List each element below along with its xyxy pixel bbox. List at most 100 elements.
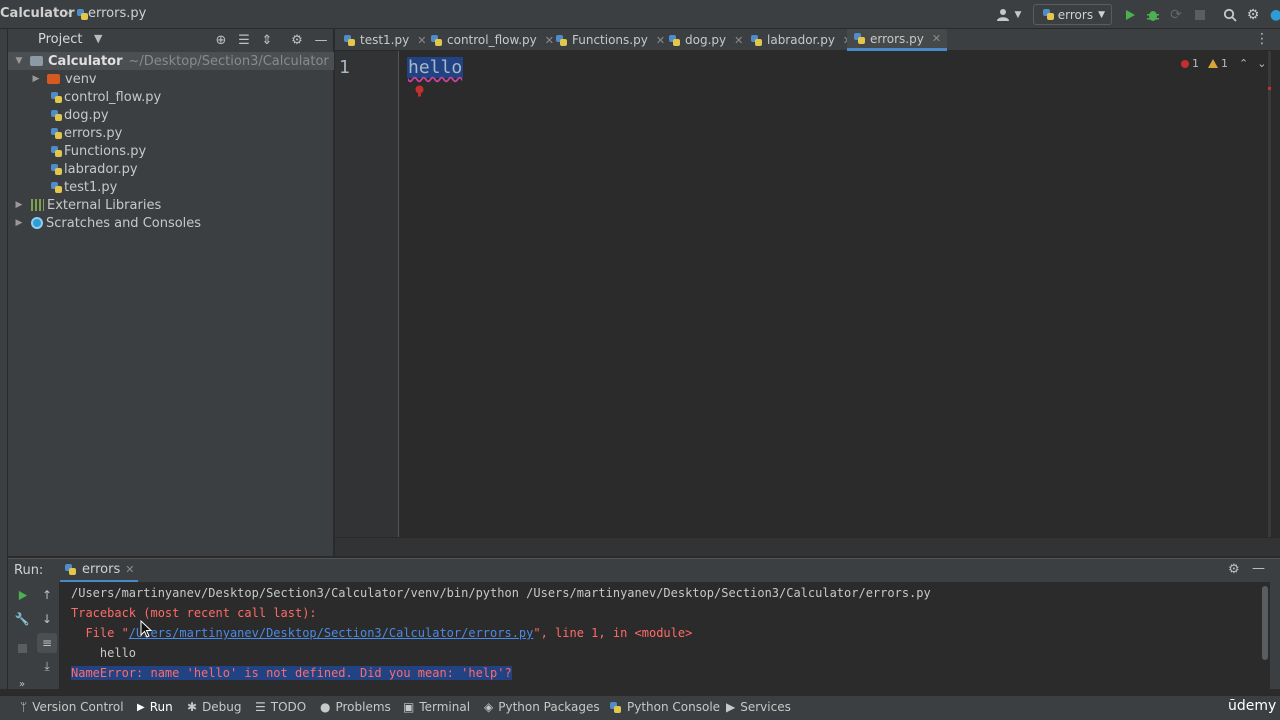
chevron-right-icon[interactable]: ▶: [31, 74, 41, 84]
hide-icon[interactable]: —: [1252, 561, 1265, 576]
python-file-icon: [50, 127, 63, 140]
tab-labrador[interactable]: labrador.py ✕: [750, 29, 852, 51]
mouse-cursor-icon: [140, 620, 152, 638]
run-config-selector[interactable]: errors ▼: [1033, 4, 1112, 25]
editor-breadcrumb-bar: [335, 537, 1280, 556]
close-icon[interactable]: ✕: [545, 34, 554, 47]
locate-icon[interactable]: ⊕: [212, 31, 230, 49]
close-icon[interactable]: ✕: [417, 34, 426, 47]
tool-label: Debug: [202, 700, 242, 714]
tree-item-control-flow[interactable]: control_flow.py: [8, 88, 334, 106]
tree-item-dog[interactable]: dog.py: [8, 106, 334, 124]
tool-label: Problems: [335, 700, 391, 714]
tool-python-console[interactable]: Python Console: [609, 700, 720, 714]
error-stripe-marker[interactable]: [1268, 87, 1271, 90]
list-icon: ☰: [255, 700, 266, 714]
breadcrumb-project[interactable]: Calculator: [0, 6, 75, 21]
project-panel-header: Project ▼ ⊕ ☰ ⇕ ⚙ —: [8, 29, 334, 51]
folder-icon: [30, 56, 43, 66]
more-tabs-icon[interactable]: ⋮: [1255, 31, 1269, 47]
project-panel-title[interactable]: Project: [38, 32, 82, 47]
project-panel: Project ▼ ⊕ ☰ ⇕ ⚙ — ▼ Calculator ~/Deskt…: [8, 29, 334, 556]
hide-icon[interactable]: —: [312, 31, 330, 49]
close-icon[interactable]: ✕: [932, 32, 941, 45]
tab-dog[interactable]: dog.py ✕: [668, 29, 743, 51]
more-icon[interactable]: »: [12, 674, 32, 694]
chevron-down-icon[interactable]: ▼: [14, 56, 24, 66]
tool-label: Terminal: [419, 700, 471, 714]
chevron-down-icon[interactable]: ▼: [1008, 5, 1028, 25]
rerun-button[interactable]: [12, 585, 32, 605]
tool-label: Services: [740, 700, 791, 714]
udemy-watermark: ūdemy: [1228, 698, 1277, 714]
chevron-right-icon[interactable]: ▶: [14, 218, 24, 228]
python-file-icon: [555, 34, 568, 47]
tree-item-venv[interactable]: ▶ venv: [8, 70, 334, 88]
breadcrumb-file[interactable]: errors.py: [88, 6, 146, 21]
tool-services[interactable]: ▶ Services: [726, 700, 791, 714]
tool-terminal[interactable]: ▣ Terminal: [403, 700, 470, 714]
python-file-icon: [76, 8, 89, 21]
run-console[interactable]: /Users/martinyanev/Desktop/Section3/Calc…: [60, 582, 1268, 689]
run-button[interactable]: [1120, 5, 1140, 25]
wrench-icon[interactable]: 🔧: [12, 609, 32, 629]
close-icon[interactable]: ✕: [125, 563, 134, 576]
title-bar: Calculator › errors.py ▼ errors ▼ ⟳ ⚙ ●: [0, 0, 1280, 29]
collapse-all-icon[interactable]: ⇕: [258, 31, 276, 49]
stop-button[interactable]: [1190, 5, 1210, 25]
error-bulb-icon[interactable]: [415, 85, 424, 97]
expand-all-icon[interactable]: ☰: [235, 31, 253, 49]
tree-item-external-libraries[interactable]: ▶ External Libraries: [8, 196, 334, 214]
gear-icon[interactable]: ⚙: [1228, 562, 1240, 577]
tool-label: TODO: [270, 700, 307, 714]
tab-label: Functions.py: [572, 33, 648, 47]
tool-python-packages[interactable]: ◈ Python Packages: [484, 700, 600, 714]
chevron-up-icon[interactable]: ⌃: [1239, 57, 1248, 70]
tree-item-functions[interactable]: Functions.py: [8, 142, 334, 160]
editor-scrollbar-track[interactable]: [1268, 51, 1271, 537]
close-icon[interactable]: ✕: [734, 34, 743, 47]
tab-functions[interactable]: Functions.py ✕: [555, 29, 665, 51]
chevron-right-icon[interactable]: ▶: [14, 200, 24, 210]
tree-item-calculator[interactable]: ▼ Calculator ~/Desktop/Section3/Calculat…: [8, 52, 334, 70]
scroll-to-end-icon[interactable]: ⤓: [37, 656, 57, 676]
chevron-down-icon[interactable]: ▼: [94, 32, 102, 45]
close-icon[interactable]: ✕: [656, 34, 665, 47]
tool-todo[interactable]: ☰ TODO: [255, 700, 306, 714]
tab-control-flow[interactable]: control_flow.py ✕: [430, 29, 554, 51]
tree-item-test1[interactable]: test1.py: [8, 178, 334, 196]
console-scrollbar[interactable]: [1262, 586, 1268, 660]
code-editor[interactable]: 1 hello 1 1 ⌃ ⌄: [335, 51, 1280, 537]
search-icon[interactable]: [1220, 5, 1240, 25]
gear-icon[interactable]: ⚙: [1243, 5, 1263, 25]
tool-run[interactable]: ▶ Run: [137, 700, 173, 714]
tree-item-labrador[interactable]: labrador.py: [8, 160, 334, 178]
tool-problems[interactable]: ● Problems: [320, 700, 391, 714]
arrow-down-icon[interactable]: ↓: [37, 609, 57, 629]
tool-label: Version Control: [32, 700, 124, 714]
inspection-widget[interactable]: 1 1 ⌃ ⌄: [1181, 57, 1266, 70]
soft-wrap-icon[interactable]: ≡: [37, 633, 57, 653]
jetbrains-icon[interactable]: ●: [1266, 5, 1280, 25]
debug-button[interactable]: [1143, 5, 1163, 25]
layers-icon: ◈: [484, 700, 494, 714]
arrow-up-icon[interactable]: ↑: [37, 585, 57, 605]
tab-errors[interactable]: errors.py ✕: [847, 29, 948, 51]
tree-item-errors[interactable]: errors.py: [8, 124, 334, 142]
tree-item-scratches[interactable]: ▶ Scratches and Consoles: [8, 214, 334, 232]
tool-debug[interactable]: ✱ Debug: [187, 700, 242, 714]
run-tab-errors[interactable]: errors ✕: [60, 559, 139, 583]
chevron-down-icon[interactable]: ⌄: [1257, 57, 1266, 70]
tab-test1[interactable]: test1.py ✕: [343, 29, 426, 51]
gear-icon[interactable]: ⚙: [288, 31, 306, 49]
tree-item-label: labrador.py: [64, 161, 138, 177]
coverage-icon[interactable]: ⟳: [1166, 5, 1186, 25]
tool-version-control[interactable]: ᛘ Version Control: [20, 700, 124, 714]
python-file-icon: [343, 34, 356, 47]
console-file-link[interactable]: /Users/martinyanev/Desktop/Section3/Calc…: [129, 626, 534, 640]
folder-icon: [47, 74, 60, 84]
stop-icon[interactable]: [12, 638, 32, 658]
code-line[interactable]: hello: [407, 57, 464, 78]
console-traceback-line: Traceback (most recent call last):: [71, 606, 317, 620]
python-file-icon: [50, 145, 63, 158]
